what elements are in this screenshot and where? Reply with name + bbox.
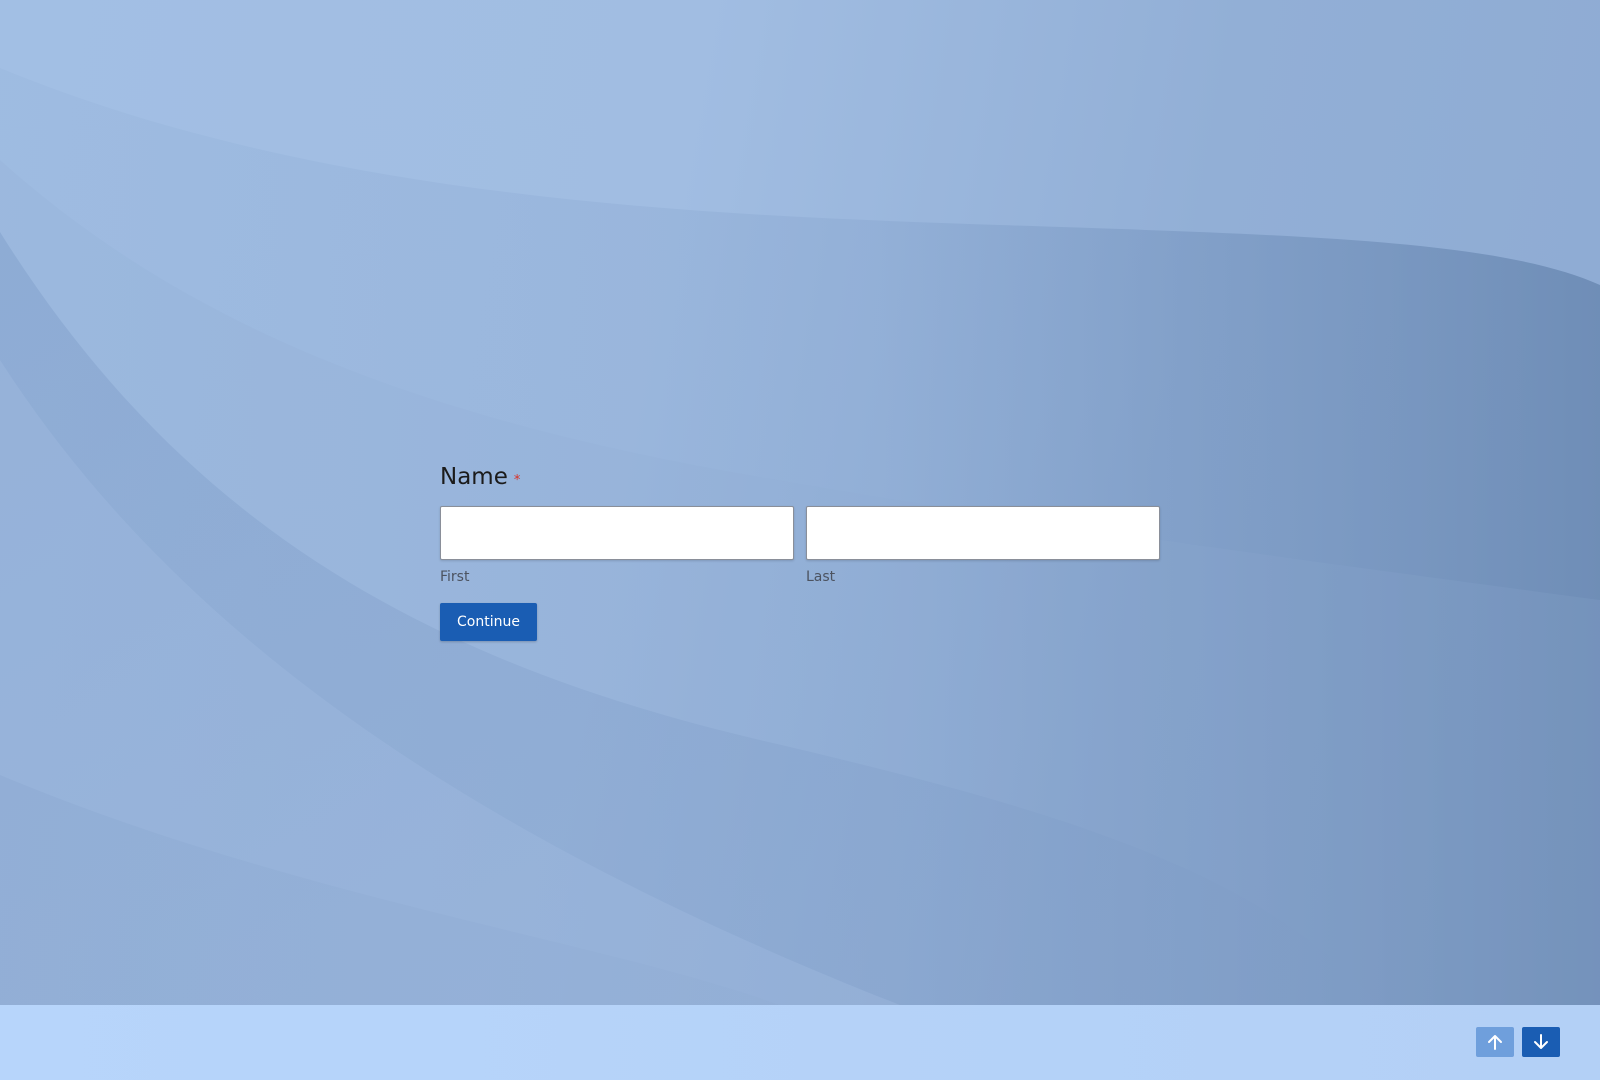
first-name-sublabel: First xyxy=(440,569,470,585)
last-name-input[interactable] xyxy=(806,506,1160,560)
name-inputs-row: First Last xyxy=(440,506,1160,585)
background-stage: Name * First Last Continue xyxy=(0,0,1600,1005)
previous-question-button[interactable] xyxy=(1476,1027,1514,1057)
name-form: Name * First Last Continue xyxy=(440,462,1160,641)
continue-button[interactable]: Continue xyxy=(440,603,537,641)
next-question-button[interactable] xyxy=(1522,1027,1560,1057)
name-label-text: Name xyxy=(440,464,508,490)
footer-nav-bar xyxy=(0,1005,1600,1080)
first-name-group: First xyxy=(440,506,794,585)
first-name-input[interactable] xyxy=(440,506,794,560)
last-name-group: Last xyxy=(806,506,1160,585)
required-asterisk: * xyxy=(513,473,521,488)
form-page: Name * First Last Continue xyxy=(0,0,1600,1080)
arrow-down-icon xyxy=(1534,1034,1548,1049)
last-name-sublabel: Last xyxy=(806,569,836,585)
name-field-label: Name * xyxy=(440,462,1160,496)
arrow-up-icon xyxy=(1488,1035,1502,1050)
